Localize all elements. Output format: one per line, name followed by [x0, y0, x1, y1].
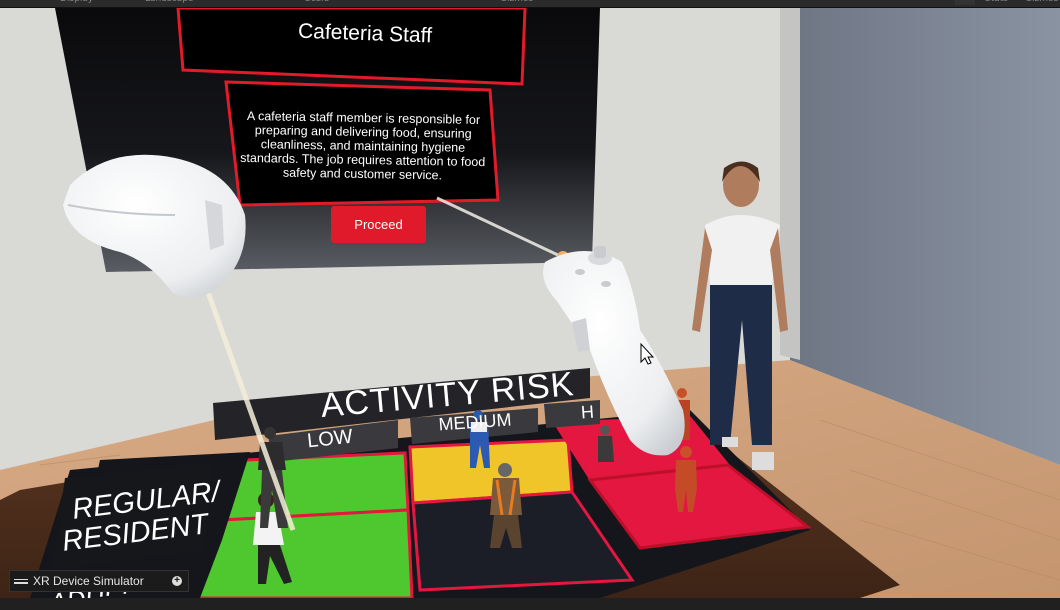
toolbar-item[interactable]: Stats: [985, 0, 1008, 5]
column-high-label: H: [580, 401, 595, 423]
toolbar-item[interactable]: Display: [60, 0, 93, 5]
toolbar-item[interactable]: Landscape: [145, 0, 193, 5]
expand-plus-icon[interactable]: +: [172, 576, 182, 586]
hamburger-icon[interactable]: [14, 577, 28, 586]
game-viewport[interactable]: Cafeteria Staff A cafeteria staff member…: [0, 8, 1060, 598]
proceed-button[interactable]: Proceed: [331, 206, 426, 243]
panel-description: A cafeteria staff member is responsible …: [240, 108, 486, 183]
editor-bottom-bar: [0, 598, 1060, 610]
toolbar-item[interactable]: [955, 0, 975, 5]
toolbar-item[interactable]: Scale: [305, 0, 329, 5]
xr-simulator-label: XR Device Simulator: [33, 574, 144, 588]
editor-toolbar: Display Landscape Scale Gizmos Stats Giz…: [0, 0, 1060, 8]
xr-device-simulator-panel[interactable]: XR Device Simulator +: [9, 570, 189, 592]
toolbar-item[interactable]: Gizmos: [1025, 0, 1058, 5]
toolbar-item[interactable]: Gizmos: [500, 0, 533, 5]
